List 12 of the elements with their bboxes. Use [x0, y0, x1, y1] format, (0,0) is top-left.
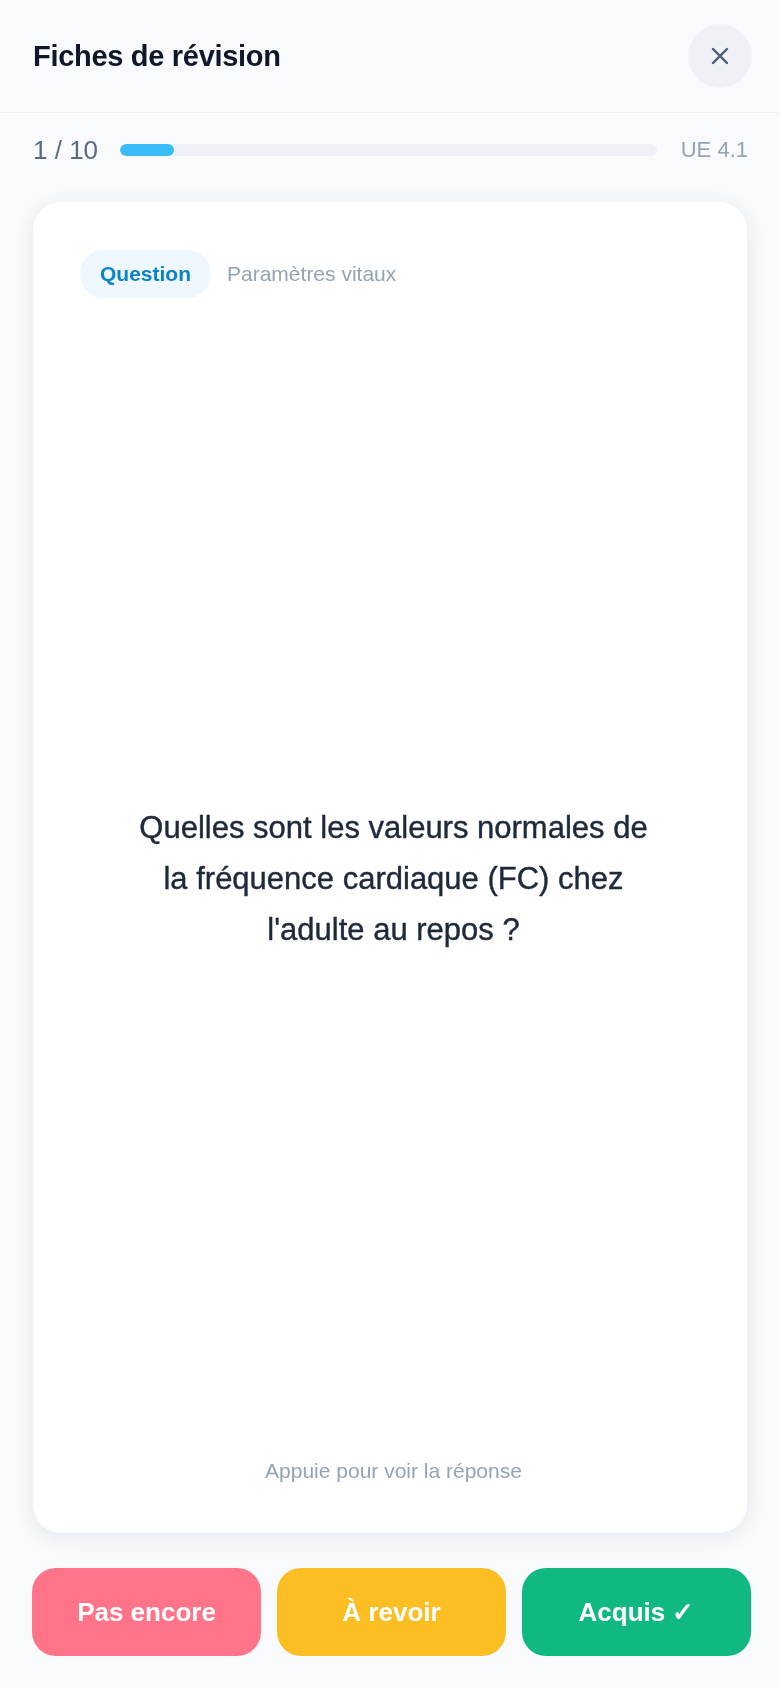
unit-label: UE 4.1	[680, 137, 748, 163]
rating-button[interactable]: Pas encore	[32, 1568, 261, 1656]
card-counter: 1 / 10	[33, 134, 99, 166]
flashcard[interactable]: Question Paramètres vitaux Quelles sont les valeurs normales de la fréquence cardiaque (FC) chez l'adulte au repos ? Appuie pour voir la réponse	[33, 202, 747, 1533]
tap-hint: Appuie pour voir la réponse	[264, 1459, 523, 1483]
page-title: Fiches de révision	[33, 39, 281, 73]
question-text: Quelles sont les valeurs normales de la fréquence cardiaque (FC) chez l'adulte au repos ?	[138, 809, 649, 949]
rating-button[interactable]: À revoir	[277, 1568, 506, 1656]
close-icon	[711, 47, 729, 65]
topic-label: Paramètres vitaux	[227, 262, 397, 286]
face-tag: Question	[80, 250, 211, 298]
rating-button[interactable]: Acquis ✓	[522, 1568, 751, 1656]
